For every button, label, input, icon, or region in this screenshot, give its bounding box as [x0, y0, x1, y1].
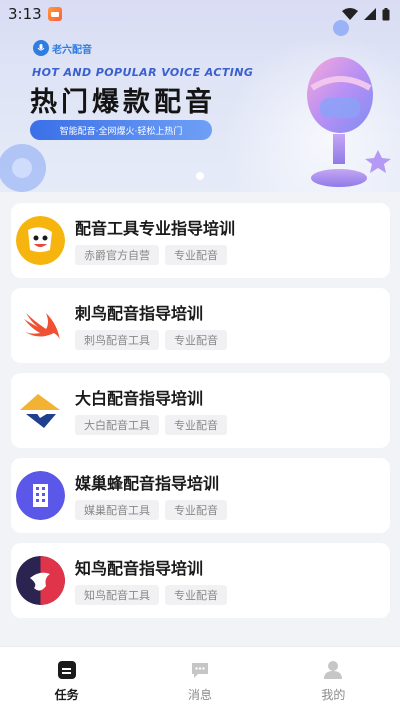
status-time: 3:13 [8, 5, 42, 23]
course-tags: 大白配音工具 专业配音 [75, 415, 227, 435]
course-tag: 专业配音 [165, 330, 227, 350]
course-title: 配音工具专业指导培训 [75, 219, 236, 238]
brand: 老六配音 [33, 40, 92, 56]
course-title: 刺鸟配音指导培训 [75, 304, 204, 323]
course-tag: 专业配音 [165, 500, 227, 520]
banner-title: 热门爆款配音 [30, 87, 216, 118]
course-title: 知鸟配音指导培训 [75, 559, 204, 578]
nav-label: 我的 [321, 688, 346, 702]
course-title: 媒巢蜂配音指导培训 [75, 474, 220, 493]
app-notification-icon [47, 7, 62, 21]
course-tag: 大白配音工具 [75, 415, 159, 435]
status-bar: 3:13 [0, 0, 400, 28]
swift-bird-logo-icon [16, 301, 65, 350]
signal-icon [364, 8, 376, 20]
course-tag: 知鸟配音工具 [75, 585, 159, 605]
nav-item-profile[interactable]: 我的 [267, 647, 400, 711]
course-tags: 赤爵官方自营 专业配音 [75, 245, 227, 265]
building-logo-icon [16, 471, 65, 520]
disc-illustration [0, 144, 46, 192]
battery-icon [382, 7, 390, 20]
wifi-icon [342, 8, 358, 20]
course-tags: 知鸟配音工具 专业配音 [75, 585, 227, 605]
nav-item-task[interactable]: 任务 [0, 647, 133, 711]
course-tags: 媒巢配音工具 专业配音 [75, 500, 227, 520]
brand-name: 老六配音 [52, 44, 92, 56]
nav-label: 任务 [54, 688, 79, 702]
course-card[interactable]: 刺鸟配音指导培训 刺鸟配音工具 专业配音 [11, 288, 390, 363]
orange-mascot-logo-icon [16, 216, 65, 265]
course-title: 大白配音指导培训 [75, 389, 204, 408]
banner-subtitle: HOT AND POPULAR VOICE ACTING [32, 66, 254, 79]
microphone-illustration [307, 57, 391, 187]
microphone-logo-icon [33, 40, 49, 56]
course-tag: 媒巢配音工具 [75, 500, 159, 520]
course-tag: 专业配音 [165, 245, 227, 265]
course-list: 配音工具专业指导培训 赤爵官方自营 专业配音 刺鸟配音指导培训 刺鸟配音工具 专… [11, 203, 390, 628]
dabai-logo-icon [16, 386, 65, 435]
course-tag: 专业配音 [165, 415, 227, 435]
course-tag: 专业配音 [165, 585, 227, 605]
zhiniao-logo-icon [16, 556, 65, 605]
profile-icon [324, 661, 343, 679]
task-icon [57, 661, 76, 679]
course-tag: 刺鸟配音工具 [75, 330, 159, 350]
hero-banner[interactable]: 老六配音 HOT AND POPULAR VOICE ACTING 热门爆款配音… [0, 0, 400, 192]
course-tag: 赤爵官方自营 [75, 245, 159, 265]
course-card[interactable]: 知鸟配音指导培训 知鸟配音工具 专业配音 [11, 543, 390, 618]
course-card[interactable]: 大白配音指导培训 大白配音工具 专业配音 [11, 373, 390, 448]
nav-label: 消息 [187, 688, 212, 702]
course-tags: 刺鸟配音工具 专业配音 [75, 330, 227, 350]
carousel-indicator[interactable] [196, 172, 204, 180]
bottom-nav: 任务 消息 我的 [0, 646, 400, 711]
course-card[interactable]: 配音工具专业指导培训 赤爵官方自营 专业配音 [11, 203, 390, 278]
nav-item-message[interactable]: 消息 [133, 647, 266, 711]
course-card[interactable]: 媒巢蜂配音指导培训 媒巢配音工具 专业配音 [11, 458, 390, 533]
message-icon [191, 663, 208, 678]
banner-slogan: 智能配音·全网爆火·轻松上热门 [30, 120, 212, 140]
